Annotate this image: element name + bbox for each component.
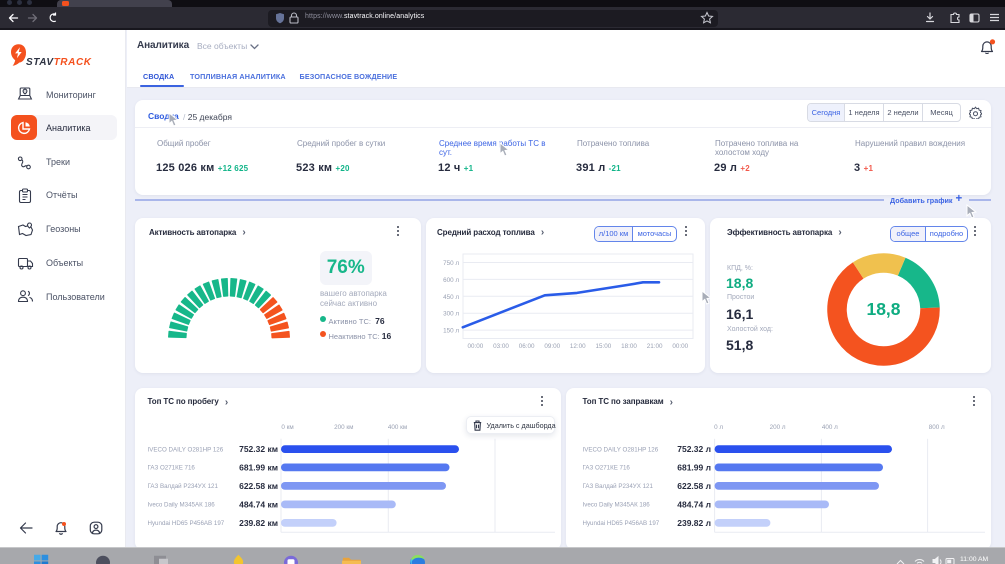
- svg-text:622.58 км: 622.58 км: [239, 481, 278, 491]
- svg-text:800 л: 800 л: [929, 424, 945, 431]
- svg-text:IVECO DAILY O281HP 126: IVECO DAILY O281HP 126: [583, 446, 659, 453]
- svg-text:484.74 км: 484.74 км: [239, 499, 278, 509]
- svg-text:200 л: 200 л: [770, 424, 786, 431]
- svg-text:400 км: 400 км: [388, 424, 407, 431]
- svg-text:681.99 л: 681.99 л: [677, 462, 711, 472]
- svg-text:12:00: 12:00: [570, 343, 586, 350]
- svg-text:21:00: 21:00: [647, 343, 663, 350]
- svg-text:484.74 л: 484.74 л: [677, 499, 711, 509]
- svg-text:15:00: 15:00: [596, 343, 612, 350]
- svg-text:750 л: 750 л: [443, 260, 459, 267]
- svg-text:Iveco Daily М345АК 186: Iveco Daily М345АК 186: [148, 502, 216, 509]
- svg-text:0 км: 0 км: [281, 424, 293, 431]
- svg-text:00:00: 00:00: [672, 343, 688, 350]
- svg-text:ГАЗ Валдай Р234УХ 121: ГАЗ Валдай Р234УХ 121: [583, 483, 654, 490]
- svg-text:150 л: 150 л: [443, 328, 459, 335]
- svg-text:752.32 км: 752.32 км: [239, 444, 278, 454]
- svg-text:239.82 л: 239.82 л: [677, 518, 711, 528]
- svg-text:0 л: 0 л: [714, 424, 723, 431]
- svg-text:Iveco Daily М345АК 186: Iveco Daily М345АК 186: [583, 502, 651, 509]
- svg-text:09:00: 09:00: [544, 343, 560, 350]
- svg-text:STAVTRACK: STAVTRACK: [26, 57, 92, 68]
- svg-text:200 км: 200 км: [334, 424, 353, 431]
- svg-text:300 л: 300 л: [443, 311, 459, 318]
- svg-text:450 л: 450 л: [443, 294, 459, 301]
- svg-text:03:00: 03:00: [493, 343, 509, 350]
- svg-text:IVECO DAILY O281HP 126: IVECO DAILY O281HP 126: [148, 446, 224, 453]
- svg-text:400 л: 400 л: [822, 424, 838, 431]
- svg-text:ГАЗ O271КЕ 716: ГАЗ O271КЕ 716: [148, 465, 196, 472]
- svg-text:Hyundai HD65 Р456АВ 197: Hyundai HD65 Р456АВ 197: [583, 520, 660, 527]
- svg-text:00:00: 00:00: [468, 343, 484, 350]
- svg-text:752.32 л: 752.32 л: [677, 444, 711, 454]
- svg-text:681.99 км: 681.99 км: [239, 462, 278, 472]
- svg-text:622.58 л: 622.58 л: [677, 481, 711, 491]
- svg-text:06:00: 06:00: [519, 343, 535, 350]
- svg-text:239.82 км: 239.82 км: [239, 518, 278, 528]
- svg-text:600 л: 600 л: [443, 277, 459, 284]
- svg-text:ГАЗ O271КЕ 716: ГАЗ O271КЕ 716: [583, 465, 631, 472]
- svg-text:ГАЗ Валдай Р234УХ 121: ГАЗ Валдай Р234УХ 121: [148, 483, 219, 490]
- svg-text:Hyundai HD65 Р456АВ 197: Hyundai HD65 Р456АВ 197: [148, 520, 225, 527]
- svg-text:18:00: 18:00: [621, 343, 637, 350]
